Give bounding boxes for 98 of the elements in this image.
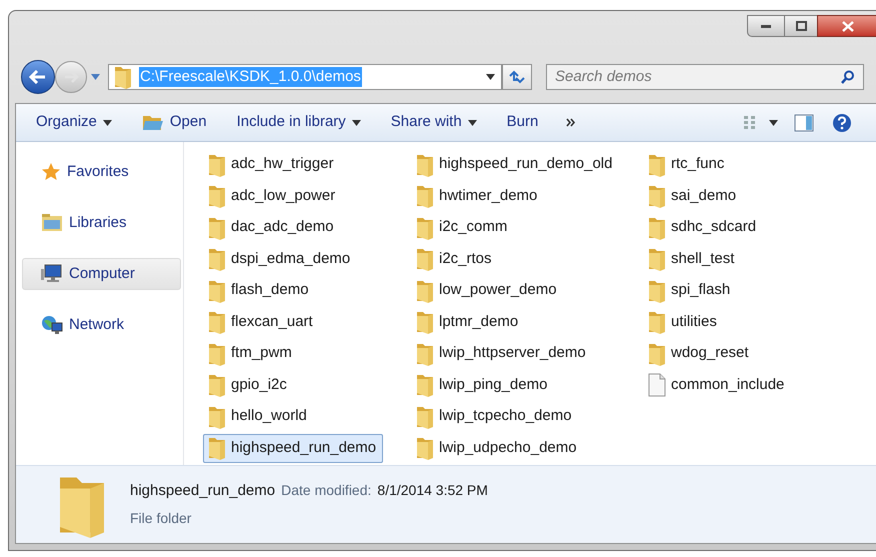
caret-icon [486,74,495,80]
maximize-button[interactable] [785,15,817,37]
file-item[interactable]: adc_hw_trigger [203,150,341,179]
folder-icon [647,216,667,240]
folder-icon [415,310,435,334]
caret-icon [102,120,112,126]
file-item[interactable]: sai_demo [643,182,744,210]
refresh-button[interactable] [502,64,532,90]
file-item[interactable]: lwip_httpserver_demo [411,339,593,368]
file-item[interactable]: highspeed_run_demo [203,434,384,462]
caret-icon [468,120,477,126]
sidebar-item[interactable]: Computer [22,258,181,290]
history-caret-icon[interactable] [91,74,100,80]
folder-icon [647,184,667,208]
computer-icon [41,264,63,284]
folder-icon [207,436,227,460]
file-item[interactable]: wdog_reset [643,339,756,368]
toolbar-button[interactable]: Burn [496,108,548,138]
file-item[interactable]: gpio_i2c [203,370,294,400]
search-input[interactable]: Search demos [555,66,841,88]
sidebar-item[interactable]: Network [22,309,181,341]
file-item[interactable]: flash_demo [203,276,316,305]
file-item[interactable]: shell_test [643,244,742,274]
folder-icon [207,278,227,302]
folder-icon [415,404,435,428]
star-icon [41,162,61,182]
details-date: 8/1/2014 3:52 PM [377,480,488,500]
caret-icon [352,120,361,126]
folder-icon [647,152,667,176]
folder-icon [415,152,435,176]
file-item[interactable]: low_power_demo [411,276,564,305]
file-item[interactable]: rtc_func [643,150,732,179]
folder-icon [207,152,227,176]
folder-icon [647,247,667,271]
file-item[interactable]: lwip_ping_demo [411,370,554,400]
file-item[interactable]: hwtimer_demo [411,182,544,210]
search-field[interactable]: Search demos [546,64,864,90]
minimize-icon [761,24,771,28]
file-item[interactable]: ftm_pwm [203,339,299,368]
file-item[interactable]: spi_flash [643,276,738,305]
preview-pane-icon [794,114,814,132]
folder-icon [647,310,667,334]
maximize-icon [796,21,806,31]
folder-icon [207,216,227,240]
folder-icon [647,278,667,302]
file-item[interactable]: sdhc_sdcard [643,213,764,242]
address-path: C:\Freescale\KSDK_1.0.0\demos [139,67,362,87]
details-name: highspeed_run_demo [130,480,276,501]
file-item[interactable]: lwip_tcpecho_demo [411,402,579,431]
file-icon [647,373,667,397]
file-item[interactable]: highspeed_run_demo_old [411,150,620,179]
folder-icon [647,342,667,366]
toolbar-button[interactable]: Include in library [226,108,371,138]
library-icon [41,213,63,233]
sidebar-item[interactable]: Favorites [22,156,181,188]
open-folder-icon [142,114,164,132]
folder-icon [207,247,227,271]
file-item[interactable]: dspi_edma_demo [203,244,358,274]
file-item[interactable]: common_include [643,370,792,400]
folder-icon [415,216,435,240]
file-item[interactable]: flexcan_uart [203,308,320,336]
back-arrow-icon [29,70,47,84]
folder-icon [207,404,227,428]
network-icon [41,315,63,335]
file-item[interactable]: i2c_rtos [411,244,499,274]
folder-icon [207,310,227,334]
sidebar-item[interactable]: Libraries [22,207,181,239]
folder-icon [415,436,435,460]
refresh-icon [508,70,526,84]
folder-icon [415,184,435,208]
search-icon [841,70,855,84]
folder-icon [207,342,227,366]
file-item[interactable]: dac_adc_demo [203,213,341,242]
double-chevron-icon [566,118,576,127]
help-icon [832,112,852,132]
details-date-label: Date modified: [281,480,372,500]
back-button[interactable] [21,60,55,94]
caret-icon [769,120,778,126]
folder-icon [415,342,435,366]
file-item[interactable]: lptmr_demo [411,308,526,336]
folder-icon [415,247,435,271]
toolbar-button[interactable]: Organize [26,108,122,138]
toolbar-button[interactable]: Share with [380,108,487,138]
folder-icon [113,65,133,89]
folder-icon [207,184,227,208]
folder-icon [207,373,227,397]
minimize-button[interactable] [747,15,785,37]
file-item[interactable]: adc_low_power [203,182,342,210]
close-icon [842,20,854,32]
file-item[interactable]: lwip_udpecho_demo [411,434,584,462]
close-button[interactable] [817,15,876,37]
toolbar-button[interactable]: Open [132,108,217,138]
file-item[interactable]: utilities [643,308,724,336]
folder-icon [415,278,435,302]
file-item[interactable]: i2c_comm [411,213,514,242]
file-item[interactable]: hello_world [203,402,314,431]
details-type: File folder [130,509,192,528]
folder-icon [415,373,435,397]
